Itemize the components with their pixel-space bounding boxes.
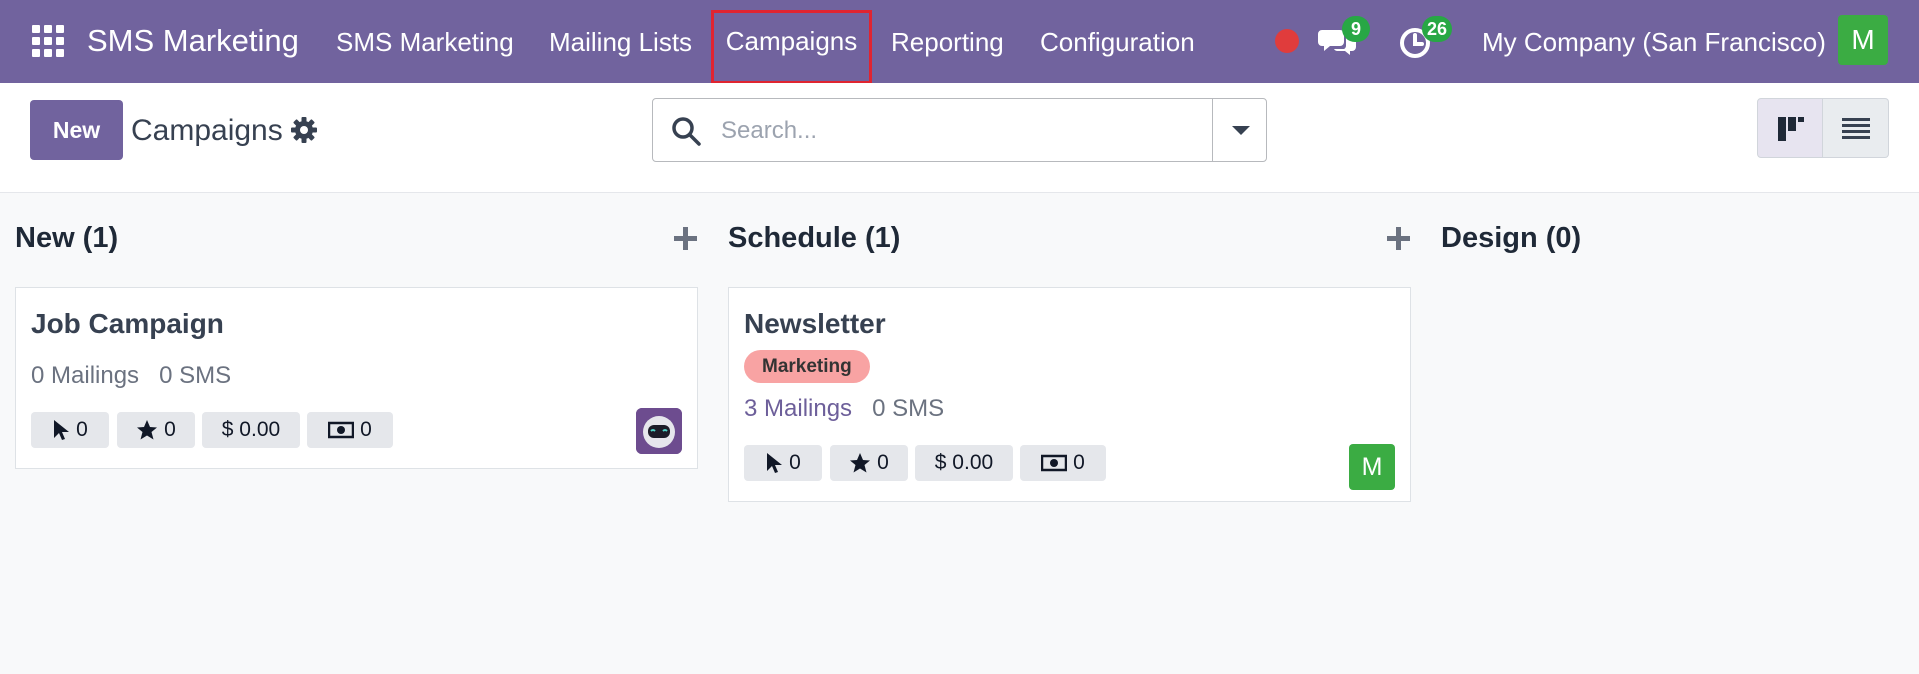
list-view-button[interactable] [1823,98,1889,158]
star-icon [137,420,158,440]
menu-campaigns[interactable]: Campaigns [714,13,869,81]
quick-add-new-icon[interactable] [672,225,700,253]
kanban-view-button[interactable] [1757,98,1823,158]
top-navbar: SMS Marketing SMS Marketing Mailing List… [0,0,1919,83]
money-icon [328,421,355,439]
menu-mailing-lists[interactable]: Mailing Lists [549,27,692,58]
recording-indicator-icon[interactable] [1275,29,1299,53]
cursor-icon [767,453,783,473]
messages-count-badge: 9 [1342,16,1370,42]
company-switcher[interactable]: My Company (San Francisco) [1482,27,1826,58]
page-title: Campaigns [131,114,283,147]
tag-badge: Marketing [744,350,870,383]
search-bar [652,98,1267,162]
menu-reporting[interactable]: Reporting [891,27,1004,58]
money-icon [1041,454,1068,472]
activities-count-badge: 26 [1422,16,1453,42]
favorites-pill: 0 [117,412,195,448]
sms-count[interactable]: 0 SMS [872,395,944,422]
column-header-new: New (1) [15,222,119,254]
column-header-design: Design (0) [1441,222,1582,254]
cost-pill: 0 [1020,445,1106,481]
search-input[interactable] [721,111,1201,151]
search-options-toggle-icon[interactable] [1212,99,1266,161]
revenue-pill: $ 0.00 [202,412,300,448]
messages-icon[interactable]: 9 [1318,16,1370,60]
card-title: Job Campaign [31,308,224,339]
quick-add-schedule-icon[interactable] [1385,225,1413,253]
campaign-card[interactable]: Job Campaign 0 Mailings 0 SMS 0 0 $ 0.00… [15,287,698,469]
search-icon [672,117,701,146]
mailings-count[interactable]: 0 Mailings [31,362,139,389]
user-avatar[interactable]: M [1349,444,1395,490]
star-icon [850,453,871,473]
card-stats: 0 Mailings 0 SMS [31,362,231,390]
robot-avatar[interactable] [636,408,682,454]
app-brand[interactable]: SMS Marketing [87,23,299,59]
favorites-pill: 0 [830,445,908,481]
menu-sms-marketing[interactable]: SMS Marketing [336,27,514,58]
clicks-pill: 0 [31,412,109,448]
mailings-count[interactable]: 3 Mailings [744,395,852,422]
menu-configuration[interactable]: Configuration [1040,27,1195,58]
sms-count[interactable]: 0 SMS [159,362,231,389]
gear-icon[interactable] [290,116,318,144]
new-button[interactable]: New [30,100,123,160]
campaign-card[interactable]: Newsletter Marketing 3 Mailings 0 SMS 0 … [728,287,1411,502]
revenue-pill: $ 0.00 [915,445,1013,481]
cursor-icon [54,420,70,440]
user-avatar[interactable]: M [1838,15,1888,65]
activities-clock-icon[interactable]: 26 [1396,16,1453,60]
card-title: Newsletter [744,308,886,339]
control-panel: New Campaigns [0,83,1919,193]
cost-pill: 0 [307,412,393,448]
clicks-pill: 0 [744,445,822,481]
card-stats: 3 Mailings 0 SMS [744,395,944,423]
column-header-schedule: Schedule (1) [728,222,901,254]
apps-menu-icon[interactable] [32,25,64,57]
